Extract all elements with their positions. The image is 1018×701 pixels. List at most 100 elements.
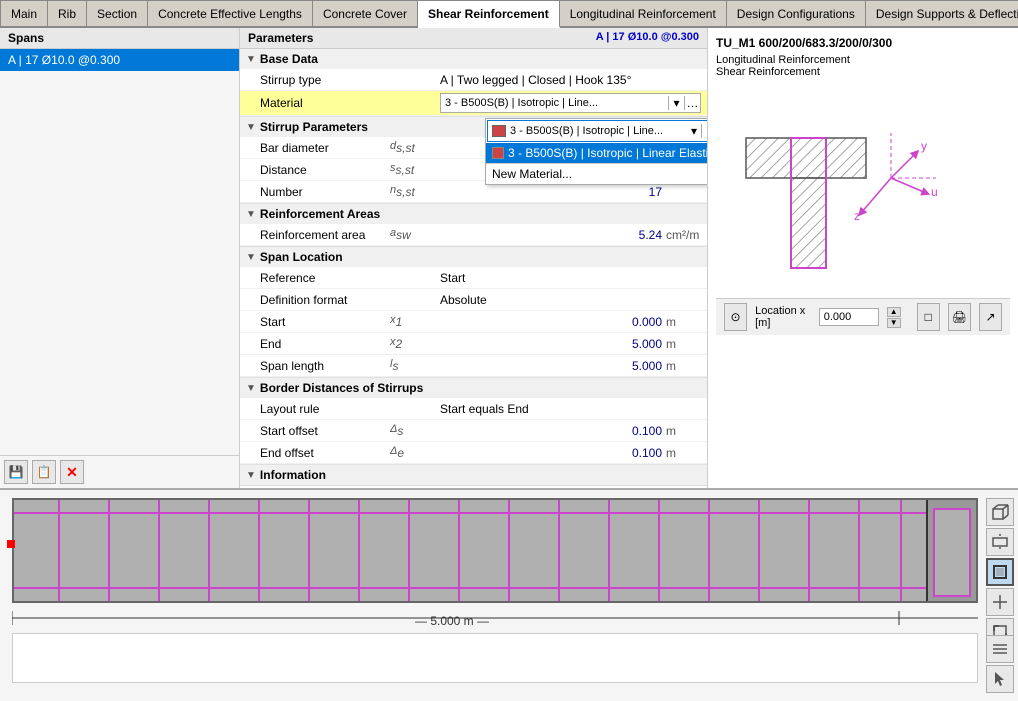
span-item-1[interactable]: A | 17 Ø10.0 @0.300	[0, 49, 239, 71]
param-unit-span-length: m	[666, 359, 701, 373]
info-panel-line-1: Longitudinal Reinforcement	[716, 54, 1010, 66]
dropdown-new-material[interactable]: New Material...	[486, 163, 708, 184]
view-button[interactable]: □	[917, 303, 940, 331]
cross-section-diagram: y u z	[716, 98, 1010, 298]
tab-longitudinal-reinforcement[interactable]: Longitudinal Reinforcement	[560, 0, 727, 26]
save-icon: 💾	[9, 465, 24, 479]
param-value-reinf-area: 5.24	[440, 228, 666, 242]
bottom-area: — 5.000 m —	[0, 488, 1018, 701]
spans-header: Spans	[0, 28, 239, 49]
collapse-icon-info: ▼	[246, 470, 256, 481]
section-border-distances: ▼ Border Distances of Stirrups Layout ru…	[240, 378, 707, 465]
filter-button[interactable]: ⊙	[724, 303, 747, 331]
param-symbol-number: ns,st	[390, 184, 440, 199]
param-row-stirrup-type: Stirrup type A | Two legged | Closed | H…	[240, 69, 707, 91]
tab-design-supports-deflection[interactable]: Design Supports & Deflection	[866, 0, 1018, 26]
section-information: ▼ Information	[240, 465, 707, 486]
param-value-end-offset: 0.100	[440, 446, 666, 460]
top-view-button[interactable]	[986, 528, 1014, 556]
section-title-span-location[interactable]: ▼ Span Location	[240, 247, 707, 267]
collapse-icon-reinf: ▼	[246, 209, 256, 220]
params-panel: Parameters A | 17 Ø10.0 @0.300 ▼ Base Da…	[240, 28, 708, 488]
scale-icon	[991, 593, 1009, 611]
params-header-right: A | 17 Ø10.0 @0.300	[596, 31, 699, 45]
section-detail-view	[12, 633, 978, 683]
svg-text:— 5.000 m —: — 5.000 m —	[415, 614, 489, 628]
param-value-number: 17	[440, 185, 666, 199]
param-value-end: 5.000	[440, 337, 666, 351]
save-button[interactable]: 💾	[4, 460, 28, 484]
dropdown-label-1: 3 - B500S(B) | Isotropic | Linear Elasti…	[508, 146, 708, 160]
bottom-action-btn-1[interactable]	[986, 635, 1014, 663]
tab-bar: Main Rib Section Concrete Effective Leng…	[0, 0, 1018, 28]
start-point-marker	[7, 540, 15, 548]
param-unit-start-offset: m	[666, 424, 701, 438]
param-value-stirrup-type: A | Two legged | Closed | Hook 135°	[440, 73, 701, 87]
list-icon	[991, 640, 1009, 658]
tab-rib[interactable]: Rib	[48, 0, 87, 26]
section-title-base-data[interactable]: ▼ Base Data	[240, 49, 707, 69]
param-row-start-offset: Start offset Δs 0.100 m	[240, 420, 707, 442]
param-row-reference: Reference Start	[240, 267, 707, 289]
mini-cross-section	[926, 500, 976, 603]
param-name-start: Start	[260, 315, 390, 329]
print-button[interactable]: 🖨	[948, 303, 971, 331]
param-value-definition-format: Absolute	[440, 293, 701, 307]
param-name-start-offset: Start offset	[260, 424, 390, 438]
location-up-button[interactable]: ▲	[887, 307, 901, 317]
param-name-layout-rule: Layout rule	[260, 402, 390, 416]
tab-section[interactable]: Section	[87, 0, 148, 26]
param-name-number: Number	[260, 185, 390, 199]
main-content: Spans A | 17 Ø10.0 @0.300 💾 📋 ✕ Paramete…	[0, 28, 1018, 488]
param-value-start: 0.000	[440, 315, 666, 329]
param-name-reinf-area: Reinforcement area	[260, 228, 390, 242]
bottom-right-buttons	[986, 635, 1014, 693]
svg-text:z: z	[854, 209, 860, 223]
stirrup-lines-svg	[14, 500, 976, 601]
tab-concrete-cover[interactable]: Concrete Cover	[313, 0, 418, 26]
dropdown-chevron[interactable]: ▾	[687, 124, 701, 138]
material-dropdown-arrow[interactable]: ▾	[668, 96, 684, 110]
param-row-span-length: Span length ls 5.000 m	[240, 355, 707, 377]
bottom-action-btn-2[interactable]	[986, 665, 1014, 693]
material-dropdown-popup: 3 - B500S(B) | Isotropic | Line... ▾ … 3…	[485, 118, 708, 185]
param-symbol-reinf-area: asw	[390, 227, 440, 242]
dropdown-item-1[interactable]: 3 - B500S(B) | Isotropic | Linear Elasti…	[486, 143, 708, 163]
param-unit-start: m	[666, 315, 701, 329]
param-row-end-offset: End offset Δe 0.100 m	[240, 442, 707, 464]
dropdown-more[interactable]: …	[701, 124, 708, 138]
param-name-stirrup-type: Stirrup type	[260, 73, 390, 87]
scale-button[interactable]	[986, 588, 1014, 616]
location-bar: ⊙ Location x [m] ▲ ▼ □ 🖨 ↗	[716, 298, 1010, 335]
param-name-end: End	[260, 337, 390, 351]
section-title-reinf-areas[interactable]: ▼ Reinforcement Areas	[240, 204, 707, 224]
tab-design-configurations[interactable]: Design Configurations	[727, 0, 866, 26]
tab-shear-reinforcement[interactable]: Shear Reinforcement	[418, 0, 560, 28]
side-view-button[interactable]	[986, 558, 1014, 586]
section-title-information[interactable]: ▼ Information	[240, 465, 707, 485]
dropdown-item-text-1: 3 - B500S(B) | Isotropic | Line...	[510, 125, 687, 137]
location-input[interactable]	[819, 308, 879, 326]
tab-concrete-effective-lengths[interactable]: Concrete Effective Lengths	[148, 0, 313, 26]
section-base-data: ▼ Base Data Stirrup type A | Two legged …	[240, 49, 707, 117]
material-more-button[interactable]: …	[684, 96, 700, 110]
delete-button[interactable]: ✕	[60, 460, 84, 484]
param-row-start: Start x1 0.000 m	[240, 311, 707, 333]
side-view-icon	[991, 563, 1009, 581]
param-name-reference: Reference	[260, 271, 390, 285]
export-button[interactable]: ↗	[979, 303, 1002, 331]
location-label: Location x [m]	[755, 305, 811, 329]
cross-section-svg: y u z	[716, 98, 976, 298]
tab-main[interactable]: Main	[0, 0, 48, 26]
location-down-button[interactable]: ▼	[887, 318, 901, 328]
copy-button[interactable]: 📋	[32, 460, 56, 484]
copy-icon: 📋	[37, 465, 52, 479]
param-unit-end-offset: m	[666, 446, 701, 460]
3d-view-button[interactable]	[986, 498, 1014, 526]
section-title-border-distances[interactable]: ▼ Border Distances of Stirrups	[240, 378, 707, 398]
param-value-reference: Start	[440, 271, 701, 285]
param-name-definition-format: Definition format	[260, 293, 390, 307]
dropdown-color-1	[492, 147, 504, 159]
material-value: 3 - B500S(B) | Isotropic | Line...	[441, 97, 668, 109]
collapse-icon-stirrup: ▼	[246, 122, 256, 133]
